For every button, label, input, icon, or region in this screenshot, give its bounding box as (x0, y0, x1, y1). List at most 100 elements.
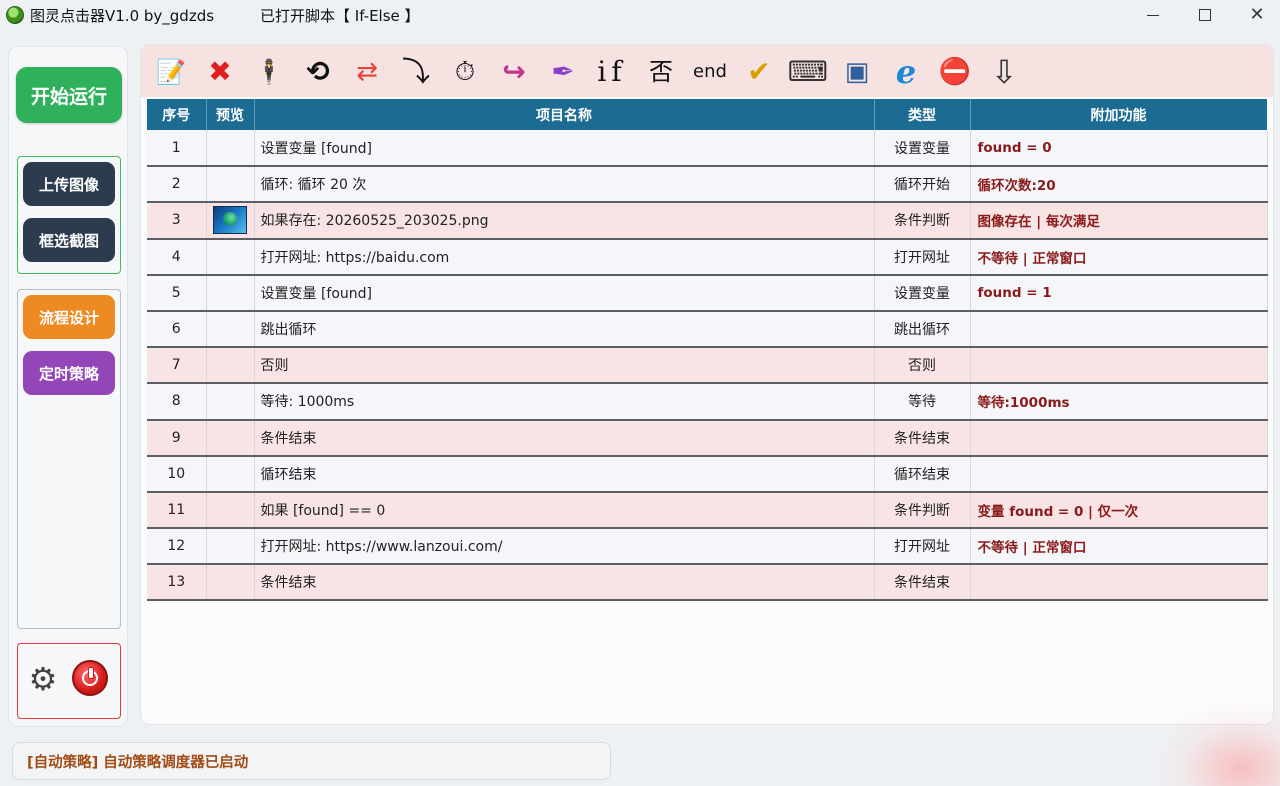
table-row[interactable]: 12 打开网址: https://www.lanzoui.com/打开网址 不等待 … (147, 528, 1268, 566)
header-item-name[interactable]: 项目名称 (254, 99, 875, 130)
table-row[interactable]: 6 跳出循环 跳出循环 (147, 310, 1268, 349)
loop-icon[interactable]: ⟲ (300, 55, 336, 89)
if-icon[interactable]: if (594, 55, 630, 89)
jump-icon[interactable]: ⤵ (398, 55, 434, 89)
keyboard-icon[interactable]: ⌨ (788, 55, 828, 89)
row-type: 条件判断 (874, 202, 971, 240)
row-extra: found = 0 (970, 130, 1268, 168)
status-text: [自动策略] 自动策略调度器已启动 (27, 754, 249, 771)
table-row[interactable]: 4 打开网址: https://baidu.com 打开网址 不等待 | 正常窗口 (147, 238, 1268, 276)
delete-icon[interactable]: ✖ (202, 55, 238, 89)
else-icon[interactable]: 否 (643, 55, 679, 89)
check-icon[interactable]: ✔ (741, 55, 777, 89)
maximize-button[interactable] (1180, 0, 1230, 30)
row-type: 循环开始 (874, 166, 971, 204)
feather-icon[interactable]: ✒ (545, 55, 581, 89)
row-type: 设置变量 (874, 130, 971, 168)
row-extra: found = 1 (970, 274, 1268, 312)
shuffle-icon[interactable]: ⇄ (349, 55, 385, 89)
table-row[interactable]: 13 条件结束 条件结束 (147, 564, 1268, 602)
row-item-name: 如果 [found] == 0 (254, 491, 875, 530)
row-preview (206, 310, 255, 349)
design-tools-group (17, 289, 121, 629)
row-extra (970, 564, 1268, 602)
table-row[interactable]: 8 等待: 1000ms 等待 等待:1000ms (147, 383, 1268, 421)
header-extra[interactable]: 附加功能 (970, 99, 1268, 130)
header-type[interactable]: 类型 (874, 99, 971, 130)
redo-arrow-icon[interactable]: ↪ (496, 55, 532, 89)
crop-screenshot-button[interactable]: 框选截图 (23, 218, 115, 262)
row-number: 5 (147, 274, 207, 312)
row-type: 设置变量 (874, 274, 971, 312)
table-row[interactable]: 1 设置变量 [found] 设置变量 found = 0 (147, 130, 1268, 168)
table-row[interactable]: 9 条件结束 条件结束 (147, 419, 1268, 457)
table-row[interactable]: 10 循环结束 循环结束 (147, 455, 1268, 493)
power-off-icon[interactable] (72, 660, 108, 696)
agent-icon[interactable]: 🕴 (251, 55, 287, 89)
end-icon[interactable]: end (692, 55, 728, 89)
row-item-name: 跳出循环 (254, 310, 875, 349)
row-item-name: 等待: 1000ms (254, 383, 875, 421)
stop-icon[interactable]: ⛔ (937, 55, 973, 89)
upload-image-button[interactable]: 上传图像 (23, 162, 115, 206)
row-item-name: 设置变量 [found] (254, 130, 875, 168)
row-item-name: 否则 (254, 347, 875, 385)
preview-thumbnail (213, 206, 247, 235)
row-preview (206, 419, 255, 457)
table-row[interactable]: 11 如果 [found] == 0 条件判断 变量 found = 0 | 仅一次 (147, 491, 1268, 530)
row-preview (206, 166, 255, 204)
timed-strategy-button[interactable]: 定时策略 (23, 351, 115, 395)
row-number: 1 (147, 130, 207, 168)
toolbar: 📝 ✖ 🕴 ⟲ ⇄ ⤵ ⏱ ↪ ✒ if 否 end ✔ ⌨ ▣ ℯ ⛔ ⇩ (141, 45, 1273, 97)
row-number: 13 (147, 564, 207, 602)
minimize-icon (1147, 14, 1159, 16)
row-item-name: 设置变量 [found] (254, 274, 875, 312)
window-icon[interactable]: ▣ (839, 55, 875, 89)
row-extra: 图像存在 | 每次满足 (970, 202, 1268, 240)
row-extra: 不等待 | 正常窗口 (970, 528, 1268, 566)
close-button[interactable]: ✕ (1232, 0, 1280, 30)
header-number[interactable]: 序号 (147, 99, 207, 130)
table-header: 序号 预览 项目名称 类型 附加功能 (147, 99, 1268, 130)
sidebar: 开始运行 上传图像 框选截图 流程设计 定时策略 ⚙ (8, 46, 128, 727)
start-run-button[interactable]: 开始运行 (16, 67, 122, 123)
flow-design-button[interactable]: 流程设计 (23, 295, 115, 339)
timer-icon[interactable]: ⏱ (447, 55, 483, 89)
row-preview (206, 383, 255, 421)
row-type: 条件结束 (874, 564, 971, 602)
row-extra (970, 419, 1268, 457)
table-row[interactable]: 5 设置变量 [found] 设置变量 found = 1 (147, 274, 1268, 312)
row-item-name: 条件结束 (254, 564, 875, 602)
title-bar: 图灵点击器V1.0 by_gdzds 已打开脚本【 If-Else 】 ✕ (0, 0, 1280, 32)
browser-icon[interactable]: ℯ (888, 55, 924, 89)
row-extra (970, 347, 1268, 385)
close-icon: ✕ (1249, 4, 1265, 25)
row-preview (206, 564, 255, 602)
row-number: 12 (147, 528, 207, 566)
move-down-icon[interactable]: ⇩ (986, 55, 1022, 89)
edit-icon[interactable]: 📝 (153, 55, 189, 89)
row-number: 4 (147, 238, 207, 276)
app-logo-icon (6, 6, 24, 24)
row-type: 跳出循环 (874, 310, 971, 349)
row-extra (970, 455, 1268, 493)
row-extra: 循环次数:20 (970, 166, 1268, 204)
row-type: 等待 (874, 383, 971, 421)
row-preview (206, 130, 255, 168)
minimize-button[interactable] (1128, 0, 1178, 30)
row-item-name: 打开网址: https://baidu.com (254, 238, 875, 276)
row-type: 条件结束 (874, 419, 971, 457)
row-extra: 不等待 | 正常窗口 (970, 238, 1268, 276)
row-extra: 变量 found = 0 | 仅一次 (970, 491, 1268, 530)
table-row[interactable]: 3 如果存在: 20260525_203025.png 条件判断 图像存在 | 每次满… (147, 202, 1268, 240)
row-type: 否则 (874, 347, 971, 385)
table-row[interactable]: 7 否则 否则 (147, 347, 1268, 385)
header-preview[interactable]: 预览 (206, 99, 255, 130)
row-type: 打开网址 (874, 238, 971, 276)
settings-gear-icon[interactable]: ⚙ (26, 662, 60, 696)
row-item-name: 循环: 循环 20 次 (254, 166, 875, 204)
table-row[interactable]: 2 循环: 循环 20 次循环开始 循环次数:20 (147, 166, 1268, 204)
row-preview (206, 455, 255, 493)
row-extra (970, 310, 1268, 349)
corner-glow (1150, 700, 1280, 786)
